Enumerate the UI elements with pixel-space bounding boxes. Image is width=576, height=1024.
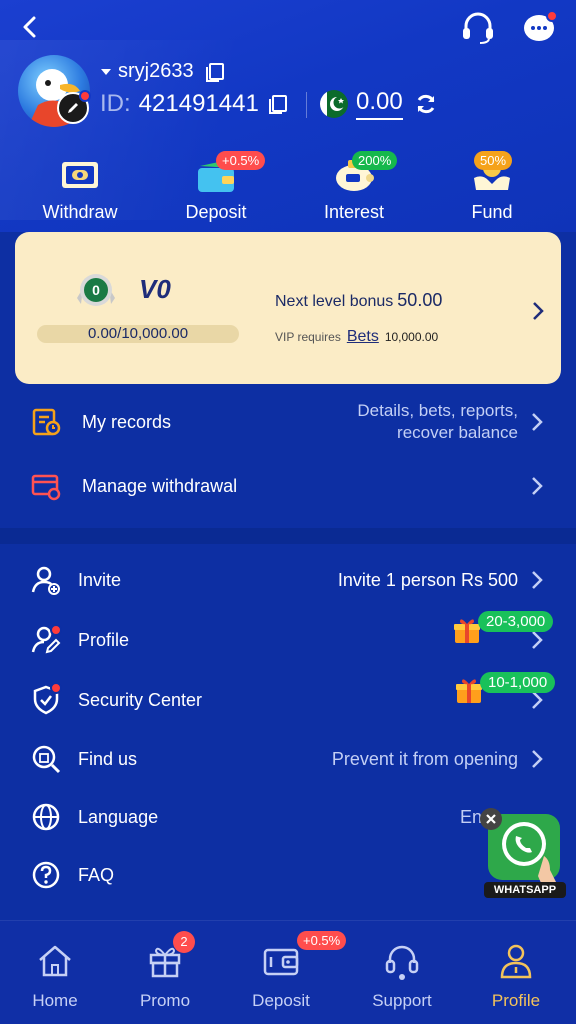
whatsapp-label: WHATSAPP (493, 884, 557, 896)
pakistan-flag-icon (320, 90, 348, 118)
invite-detail: Invite 1 person Rs 500 (337, 570, 518, 590)
section-divider (0, 528, 576, 544)
withdraw-label: Withdraw (42, 202, 118, 222)
next-level-label: Next level bonus (275, 293, 394, 310)
divider (306, 92, 307, 118)
nav-home-label: Home (32, 991, 78, 1010)
caret-down-icon[interactable] (100, 67, 112, 77)
manage-withdrawal-label: Manage withdrawal (82, 475, 238, 496)
find-us-row[interactable]: Find us Prevent it from opening (0, 731, 576, 787)
bottom-navigation: Home 2 Promo +0.5% Deposit Support Profi… (0, 920, 576, 1024)
chevron-right-icon (532, 477, 543, 495)
chevron-right-icon (532, 413, 543, 431)
interest-action[interactable]: 200% Interest (294, 150, 414, 223)
find-us-label: Find us (78, 748, 138, 769)
user-id: 421491441 (138, 90, 259, 117)
next-level-bonus: Next level bonus 50.00 (275, 290, 442, 311)
user-id-row: ID: 421491441 (100, 90, 289, 118)
nav-home[interactable]: Home (5, 941, 105, 1011)
vip-progress-text: 0.00/10,000.00 (87, 325, 189, 342)
nav-profile[interactable]: Profile (466, 941, 566, 1011)
deposit-action[interactable]: +0.5% Deposit (156, 150, 276, 223)
vip-required-amount: 10,000.00 (384, 330, 439, 344)
chevron-right-icon (532, 631, 543, 649)
withdraw-action[interactable]: Withdraw (20, 150, 140, 223)
invite-row[interactable]: Invite Invite 1 person Rs 500 (0, 552, 576, 608)
profile-notification-dot (50, 624, 62, 636)
user-icon (500, 944, 532, 979)
search-building-icon (32, 745, 61, 774)
language-label: Language (78, 806, 159, 827)
headset-icon[interactable] (458, 10, 498, 46)
deposit-wallet-icon (263, 948, 299, 976)
security-center-label: Security Center (78, 689, 203, 710)
fund-label: Fund (471, 202, 513, 222)
card-settings-icon (31, 474, 61, 501)
vip-requires-label: VIP requires (275, 330, 341, 344)
invite-user-icon (31, 566, 60, 595)
vip-level: V0 (139, 274, 171, 304)
security-notification-dot (50, 682, 62, 694)
notification-dot (546, 10, 558, 22)
interest-rate-badge: 200% (352, 151, 398, 170)
nav-profile-label: Profile (491, 991, 541, 1010)
close-whatsapp-button[interactable] (480, 808, 502, 830)
my-records-detail: Details, bets, reports, recover balance (357, 400, 518, 444)
fund-action[interactable]: 50% Fund (432, 150, 552, 223)
nav-support-label: Support (372, 991, 432, 1010)
withdraw-ticket-icon (62, 162, 98, 188)
manage-withdrawal-row[interactable]: Manage withdrawal (0, 458, 576, 514)
balance-amount: 0.00 (356, 88, 403, 120)
records-detail-line1: Details, bets, reports, (357, 401, 518, 420)
invite-label: Invite (78, 569, 122, 590)
deposit-bonus-badge: +0.5% (216, 151, 266, 170)
home-icon (39, 945, 71, 977)
vip-requirement: VIP requires Bets 10,000.00 (275, 328, 438, 346)
fund-badge: 50% (474, 151, 513, 170)
find-us-detail: Prevent it from opening (331, 749, 518, 769)
whatsapp-floating-button[interactable]: WHATSAPP (480, 808, 566, 902)
chevron-right-icon (532, 571, 543, 589)
my-records-row[interactable]: My records Details, bets, reports, recov… (0, 394, 576, 450)
security-reward-tag: 10-1,000 (480, 672, 556, 693)
bets-link[interactable]: Bets (347, 328, 379, 346)
globe-icon (32, 803, 60, 831)
interest-label: Interest (323, 202, 385, 222)
my-records-label: My records (82, 411, 172, 432)
vip-medal-icon: 0 (77, 274, 115, 306)
message-button[interactable] (520, 10, 560, 46)
nav-deposit-badge: +0.5% (297, 931, 347, 950)
faq-label: FAQ (78, 864, 115, 885)
profile-reward-tag: 20-3,000 (478, 611, 554, 632)
question-circle-icon (32, 861, 60, 889)
back-arrow-icon[interactable] (16, 12, 46, 42)
deposit-label: Deposit (185, 202, 247, 222)
chevron-right-icon (533, 302, 544, 320)
avatar-notification-dot (79, 90, 91, 102)
nav-promo-label: Promo (139, 991, 191, 1010)
vip-card[interactable]: 0 V0 0.00/10,000.00 Next level bonus 50.0… (15, 232, 561, 384)
username-row: sryj2633 (100, 60, 226, 83)
records-detail-line2: recover balance (397, 423, 518, 442)
nav-support[interactable]: Support (352, 941, 452, 1011)
pencil-icon (68, 103, 78, 113)
chevron-right-icon (532, 750, 543, 768)
copy-username-icon[interactable] (204, 61, 226, 83)
records-clock-icon (32, 408, 61, 436)
next-level-value: 50.00 (397, 290, 443, 310)
close-icon (486, 814, 496, 824)
nav-deposit-label: Deposit (252, 991, 310, 1010)
refresh-balance-icon[interactable] (414, 92, 438, 116)
nav-promo[interactable]: 2 Promo (115, 931, 215, 1011)
headset-icon (385, 945, 419, 980)
promo-count-badge: 2 (173, 931, 195, 953)
username: sryj2633 (118, 60, 194, 82)
nav-deposit[interactable]: +0.5% Deposit (231, 931, 347, 1011)
copy-id-icon[interactable] (267, 93, 289, 115)
profile-label: Profile (78, 629, 130, 650)
medal-level: 0 (92, 282, 100, 298)
id-label: ID: (100, 90, 131, 117)
